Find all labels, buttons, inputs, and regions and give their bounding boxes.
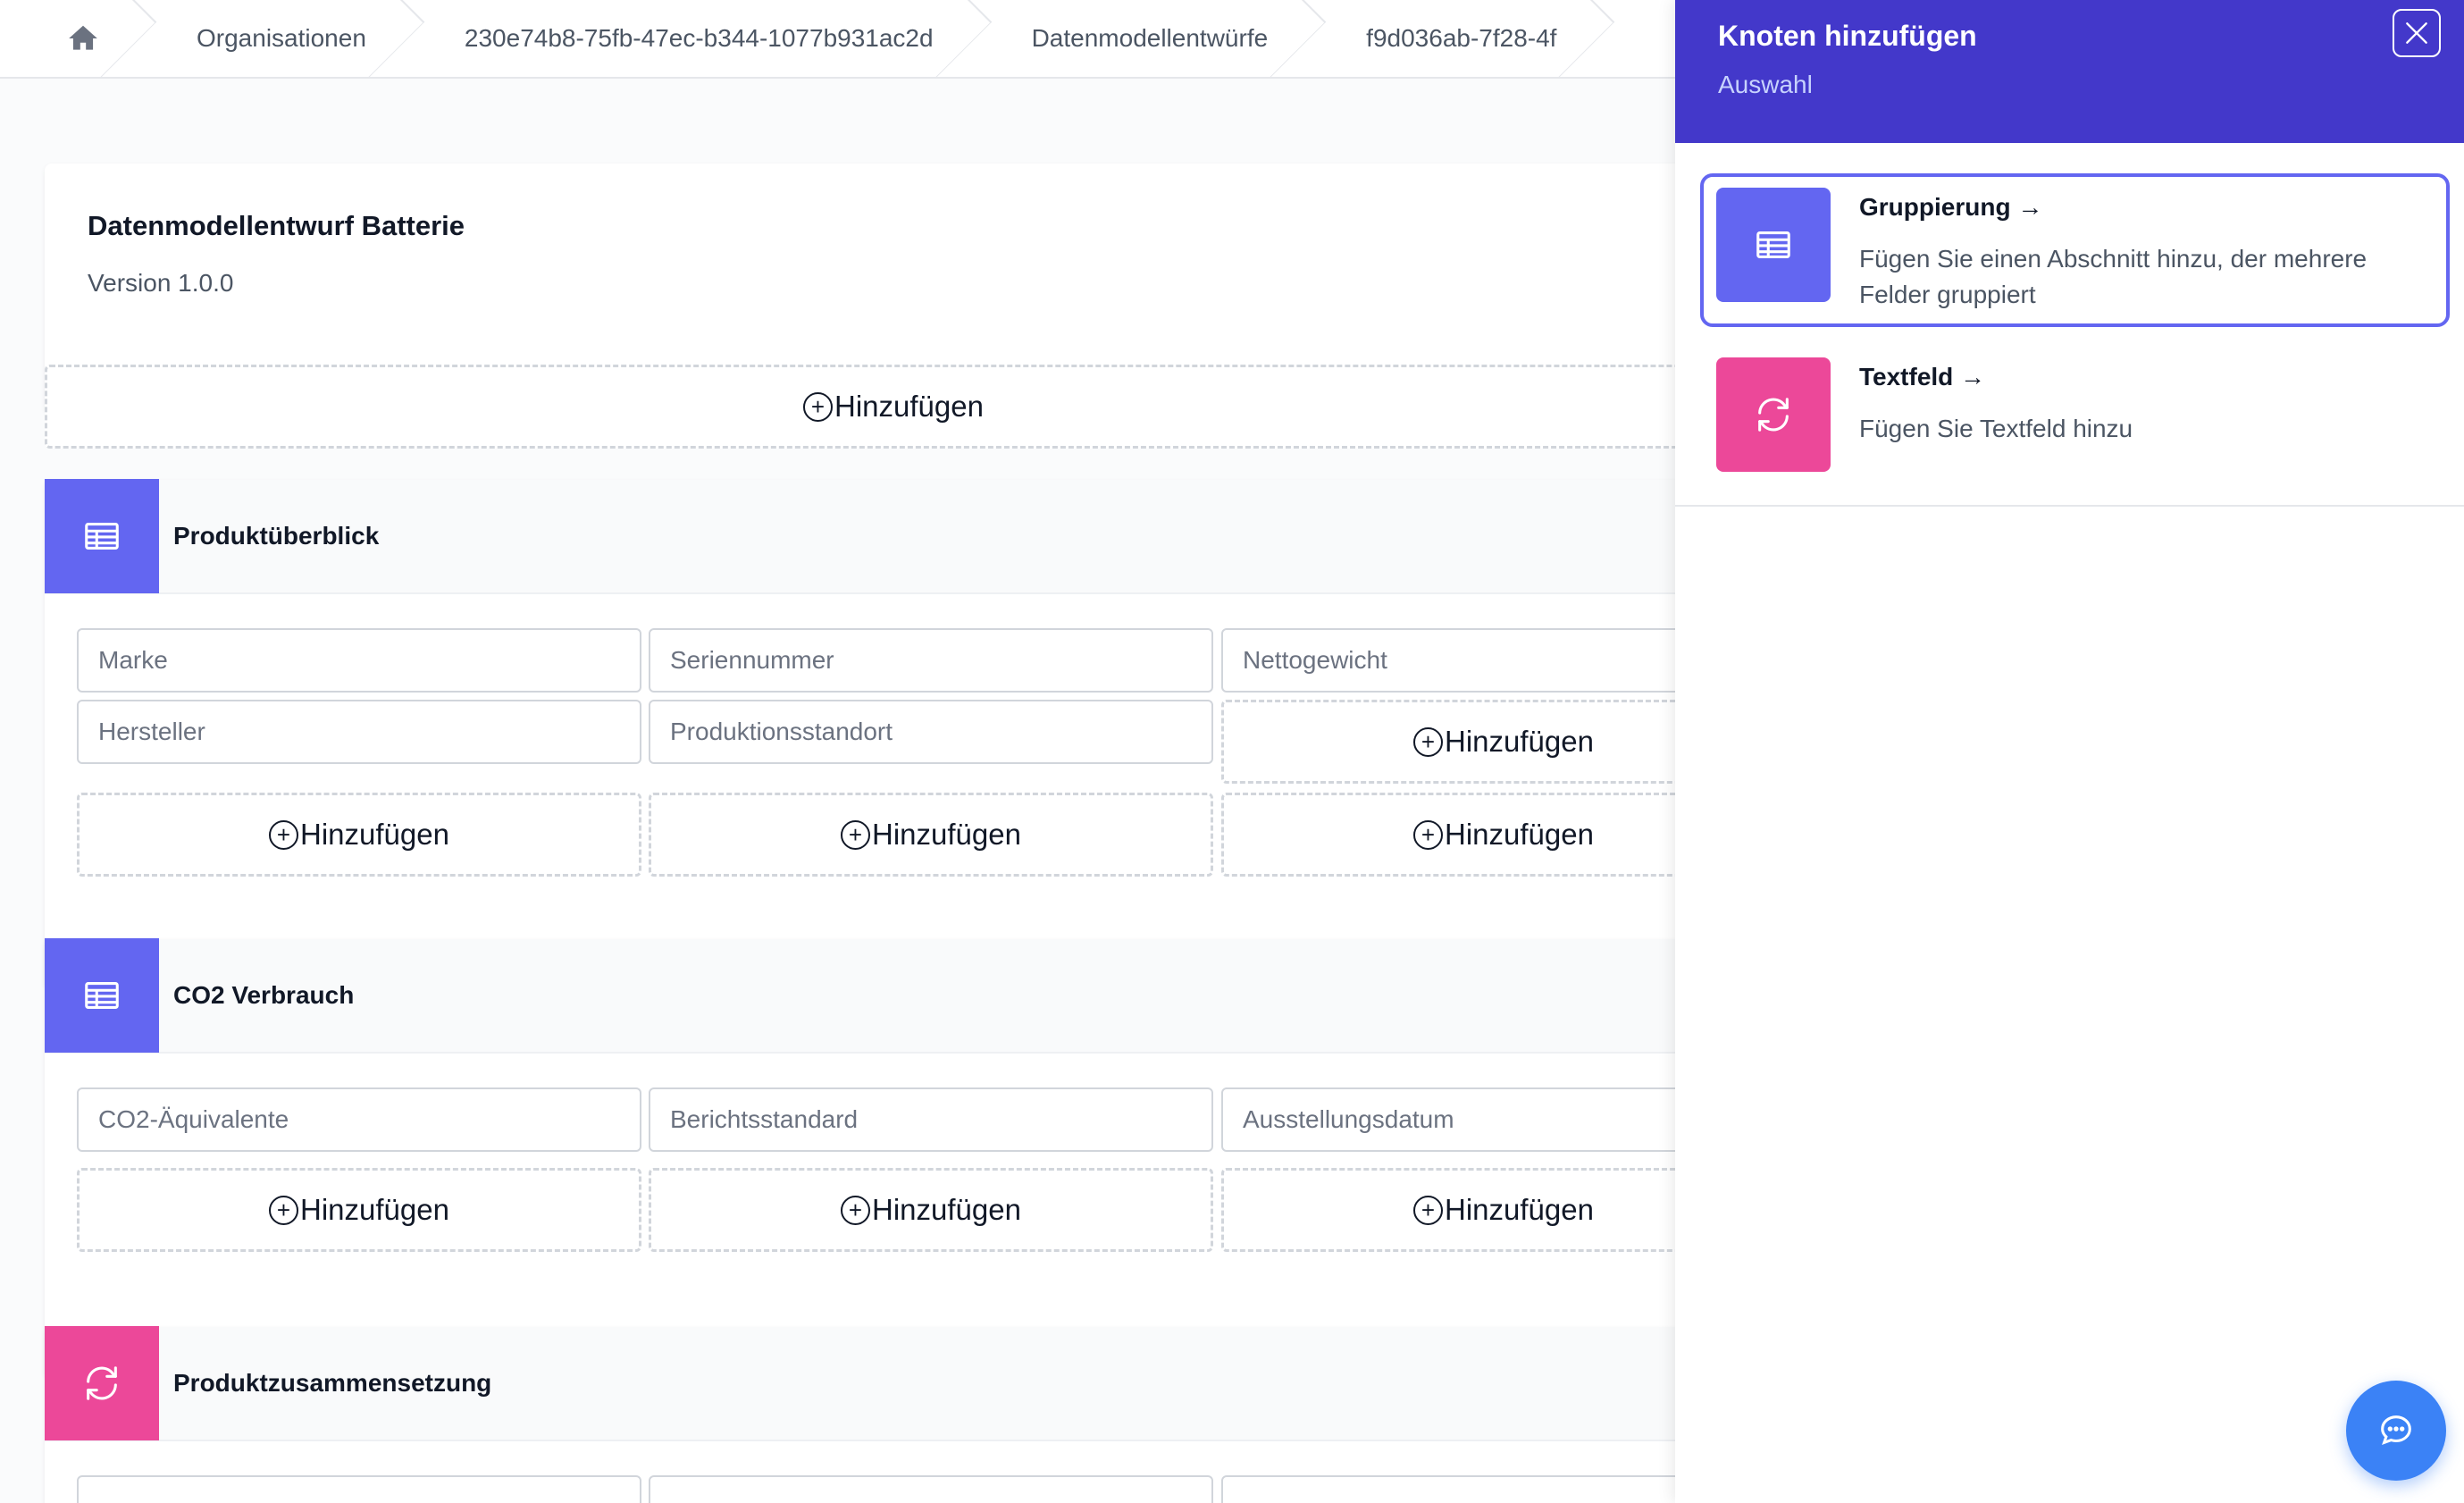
add-field-button[interactable]: + Hinzufügen: [1221, 700, 1675, 784]
plus-circle-icon: +: [1413, 726, 1444, 757]
panel-subtitle: Auswahl: [1718, 71, 1813, 98]
field-produktionsstandort[interactable]: Produktionsstandort: [649, 700, 1213, 764]
plus-circle-icon: +: [803, 391, 834, 422]
chat-button[interactable]: [2346, 1381, 2446, 1481]
breadcrumb-item-datenmodellentwuerfe[interactable]: Datenmodellentwürfe: [969, 0, 1304, 77]
add-field-button[interactable]: + Hinzufügen: [1221, 793, 1675, 877]
main-content: Datenmodellentwurf Batterie Version 1.0.…: [0, 79, 1675, 1503]
section-header[interactable]: Produktzusammensetzung: [45, 1326, 1675, 1441]
refresh-icon: [45, 1326, 159, 1440]
option-title: Textfeld →: [1859, 363, 1986, 390]
node-options-list: Gruppierung → Fügen Sie einen Abschnitt …: [1675, 143, 2464, 507]
plus-circle-icon: +: [841, 1195, 871, 1225]
field-hersteller[interactable]: Hersteller: [77, 700, 641, 764]
field-marke[interactable]: Marke: [77, 628, 641, 693]
plus-circle-icon: +: [1413, 1195, 1444, 1225]
field-berichtsstandard[interactable]: Berichtsstandard: [649, 1087, 1213, 1152]
add-label: Hinzufügen: [300, 1193, 449, 1226]
draft-version: Version 1.0.0: [88, 269, 234, 297]
field-placeholder[interactable]: [649, 1475, 1213, 1503]
option-description: Fügen Sie Textfeld hinzu: [1859, 415, 2133, 442]
add-node-panel: Knoten hinzufügen Auswahl Gruppierung → …: [1675, 0, 2464, 1503]
section-title: Produktüberblick: [173, 522, 380, 550]
option-description: Fügen Sie einen Abschnitt hinzu, der meh…: [1859, 245, 2368, 308]
breadcrumb-item-draft-id[interactable]: f9d036ab-7f28-4f: [1303, 0, 1592, 77]
section-produktzusammensetzung: Produktzusammensetzung: [45, 1326, 1675, 1503]
plus-circle-icon: +: [841, 819, 871, 850]
table-icon: [1716, 188, 1831, 302]
option-gruppierung[interactable]: Gruppierung → Fügen Sie einen Abschnitt …: [1700, 173, 2450, 327]
close-button[interactable]: [2393, 9, 2441, 57]
section-co2-verbrauch: CO2 Verbrauch CO2-Äquivalente Berichtsst…: [45, 938, 1675, 1377]
breadcrumb-home[interactable]: [0, 0, 134, 77]
breadcrumb-item-organisation-id[interactable]: 230e74b8-75fb-47ec-b344-1077b931ac2d: [402, 0, 969, 77]
breadcrumb-item-organisationen[interactable]: Organisationen: [134, 0, 402, 77]
breadcrumb: Organisationen 230e74b8-75fb-47ec-b344-1…: [0, 0, 1675, 79]
add-field-button[interactable]: + Hinzufügen: [77, 793, 641, 877]
table-icon: [45, 479, 159, 593]
field-ausstellungsdatum[interactable]: Ausstellungsdatum: [1221, 1087, 1675, 1152]
option-textfeld[interactable]: Textfeld → Fügen Sie Textfeld hinzu: [1700, 343, 2450, 486]
panel-title: Knoten hinzufügen: [1718, 20, 1977, 52]
add-section-button[interactable]: + Hinzufügen: [45, 365, 1675, 449]
field-co2-aequivalente[interactable]: CO2-Äquivalente: [77, 1087, 641, 1152]
add-label: Hinzufügen: [1445, 1193, 1594, 1226]
field-placeholder[interactable]: [77, 1475, 641, 1503]
section-header[interactable]: Produktüberblick: [45, 479, 1675, 594]
add-field-button[interactable]: + Hinzufügen: [77, 1168, 641, 1252]
add-field-button[interactable]: + Hinzufügen: [649, 793, 1213, 877]
plus-circle-icon: +: [269, 1195, 299, 1225]
section-title: Produktzusammensetzung: [173, 1369, 492, 1397]
field-nettogewicht[interactable]: Nettogewicht: [1221, 628, 1675, 693]
add-label: Hinzufügen: [872, 818, 1021, 851]
panel-header: Knoten hinzufügen Auswahl: [1675, 0, 2464, 143]
add-label: Hinzufügen: [1445, 725, 1594, 758]
table-icon: [45, 938, 159, 1053]
add-label: Hinzufügen: [872, 1193, 1021, 1226]
add-field-button[interactable]: + Hinzufügen: [1221, 1168, 1675, 1252]
refresh-icon: [1716, 357, 1831, 472]
close-icon: [2406, 22, 2427, 44]
field-seriennummer[interactable]: Seriennummer: [649, 628, 1213, 693]
option-title: Gruppierung →: [1859, 193, 2043, 221]
home-icon: [66, 21, 100, 55]
plus-circle-icon: +: [1413, 819, 1444, 850]
section-header[interactable]: CO2 Verbrauch: [45, 938, 1675, 1054]
field-placeholder[interactable]: [1221, 1475, 1675, 1503]
add-label: Hinzufügen: [300, 818, 449, 851]
plus-circle-icon: +: [269, 819, 299, 850]
add-field-button[interactable]: + Hinzufügen: [649, 1168, 1213, 1252]
section-title: CO2 Verbrauch: [173, 981, 355, 1009]
add-label: Hinzufügen: [1445, 818, 1594, 851]
chat-bubble-icon: [2381, 1415, 2411, 1445]
draft-title: Datenmodellentwurf Batterie: [88, 210, 465, 241]
add-label: Hinzufügen: [834, 390, 984, 423]
section-produktueberblick: Produktüberblick Marke Seriennummer Nett…: [45, 479, 1675, 987]
